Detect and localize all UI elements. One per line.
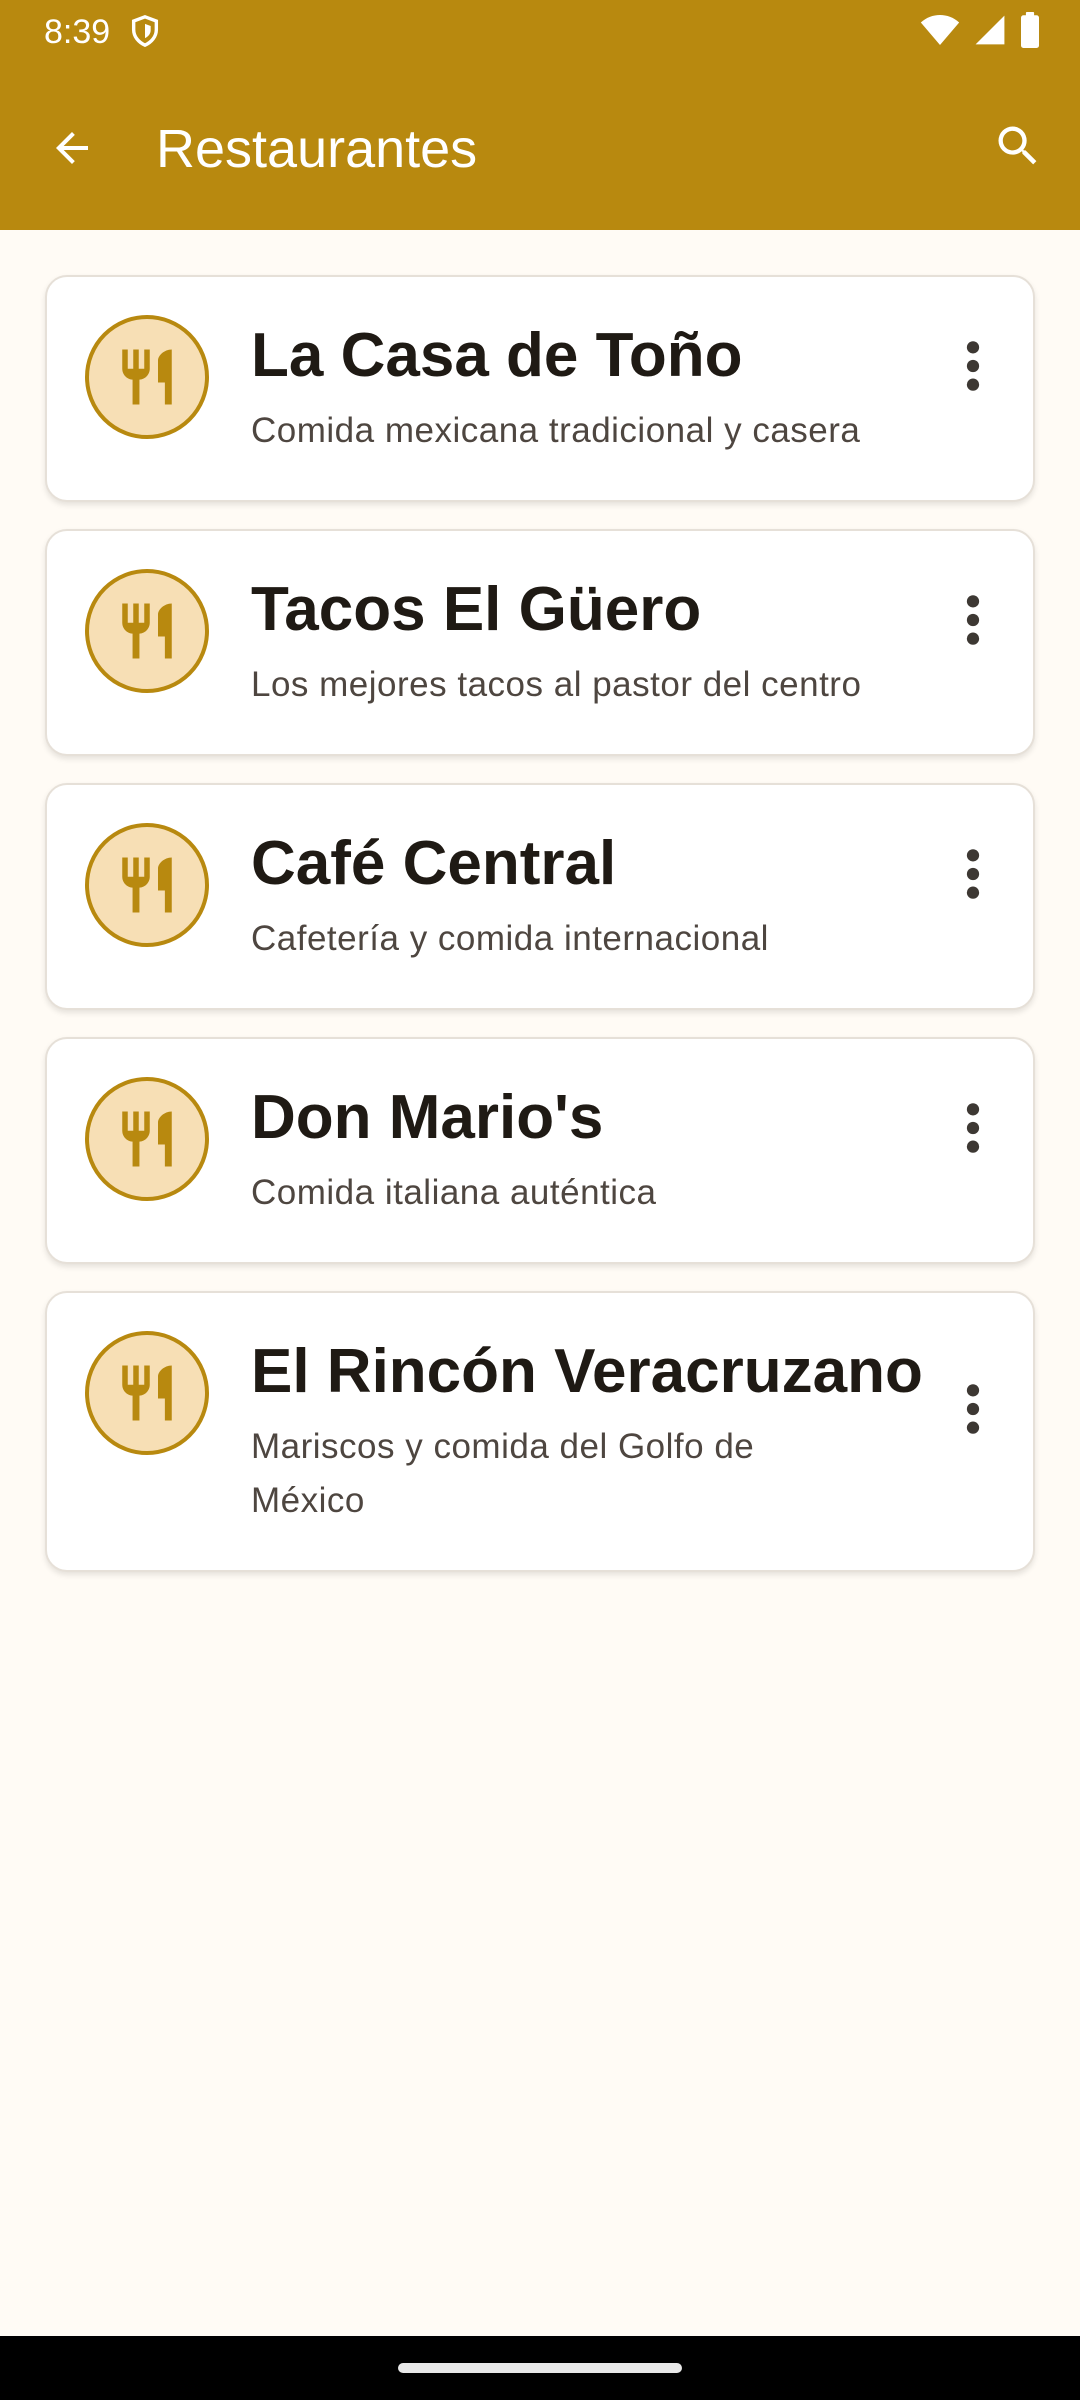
home-gesture-handle[interactable] <box>398 2363 682 2373</box>
restaurant-description: Cafetería y comida internacional <box>251 919 769 958</box>
back-button[interactable] <box>40 116 104 180</box>
search-icon <box>998 126 1037 165</box>
restaurant-name: Tacos El Güero <box>251 575 702 644</box>
restaurant-card[interactable]: Café Central Cafetería y comida internac… <box>45 783 1035 1010</box>
restaurant-icon <box>85 1331 209 1455</box>
more-vert-icon <box>966 341 980 391</box>
arrow-back-icon <box>56 132 88 164</box>
top-app-bar: 8:39 Restaurantes <box>0 0 1080 230</box>
restaurant-name: Don Mario's <box>251 1083 604 1152</box>
shield-icon <box>131 15 159 48</box>
more-vert-icon <box>966 849 980 899</box>
more-vert-icon <box>966 1384 980 1434</box>
wifi-icon <box>920 15 960 45</box>
restaurant-description: Mariscos y comida del Golfo de México <box>251 1427 755 1520</box>
restaurant-card[interactable]: Tacos El Güero Los mejores tacos al past… <box>45 529 1035 756</box>
restaurant-card[interactable]: La Casa de Toño Comida mexicana tradicio… <box>45 275 1035 502</box>
more-vert-icon <box>966 595 980 645</box>
cellular-signal-icon <box>975 15 1005 45</box>
more-options-button[interactable] <box>953 834 993 914</box>
more-options-button[interactable] <box>953 580 993 660</box>
search-button[interactable] <box>986 114 1050 178</box>
more-vert-icon <box>966 1103 980 1153</box>
restaurant-card[interactable]: El Rincón Veracruzano Mariscos y comida … <box>45 1291 1035 1572</box>
restaurant-name: La Casa de Toño <box>251 321 743 390</box>
restaurant-icon <box>85 315 209 439</box>
restaurant-icon <box>85 569 209 693</box>
restaurant-card[interactable]: Don Mario's Comida italiana auténtica <box>45 1037 1035 1264</box>
restaurant-name: Café Central <box>251 829 617 898</box>
more-options-button[interactable] <box>953 1369 993 1449</box>
restaurant-description: Comida mexicana tradicional y casera <box>251 411 861 450</box>
battery-icon <box>1021 12 1039 48</box>
restaurant-icon <box>85 1077 209 1201</box>
restaurant-list: La Casa de Toño Comida mexicana tradicio… <box>45 275 1035 1599</box>
status-icons <box>920 12 1040 48</box>
system-navigation-bar <box>0 2336 1080 2400</box>
restaurant-icon <box>85 823 209 947</box>
more-options-button[interactable] <box>953 326 993 406</box>
status-time: 8:39 <box>44 13 111 51</box>
more-options-button[interactable] <box>953 1088 993 1168</box>
restaurant-description: Comida italiana auténtica <box>251 1173 657 1212</box>
restaurant-description: Los mejores tacos al pastor del centro <box>251 665 862 704</box>
restaurant-name: El Rincón Veracruzano <box>251 1337 923 1406</box>
page-title: Restaurantes <box>156 119 478 179</box>
